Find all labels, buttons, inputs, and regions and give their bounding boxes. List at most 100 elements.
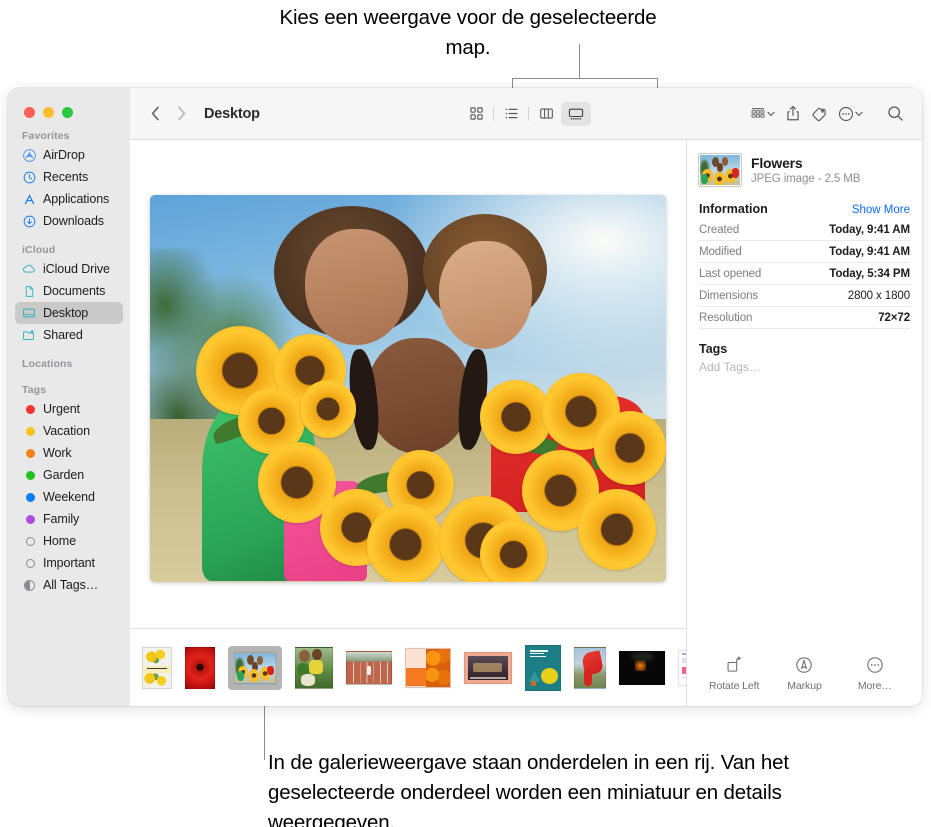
callout-top-text: Kies een weergave voor de geselecteerde … — [279, 6, 657, 59]
body-region: Flowers JPEG image - 2.5 MB Information … — [130, 140, 922, 706]
filmstrip-thumbnail-selected[interactable] — [228, 645, 282, 690]
share-button[interactable] — [781, 101, 805, 127]
view-icon-button[interactable] — [461, 102, 491, 126]
more-button[interactable]: More… — [843, 655, 907, 692]
tag-button[interactable] — [807, 101, 832, 127]
sidebar-tag-weekend[interactable]: Weekend — [15, 486, 123, 508]
sidebar: Favorites AirDrop Recents Applications D… — [8, 88, 130, 706]
view-gallery-button[interactable] — [561, 101, 591, 126]
show-more-link[interactable]: Show More — [852, 204, 910, 216]
filmstrip-thumbnail[interactable] — [464, 651, 512, 684]
search-button[interactable] — [883, 101, 908, 127]
preview-image[interactable] — [150, 194, 666, 582]
information-title: Information — [699, 202, 768, 216]
sidebar-tag-work[interactable]: Work — [15, 442, 123, 464]
sidebar-item-label: All Tags… — [43, 578, 99, 592]
file-meta: JPEG image - 2.5 MB — [751, 173, 861, 185]
more-circle-icon — [866, 655, 884, 675]
sidebar-item-label: Downloads — [43, 214, 104, 228]
callout-bottom-text: In de galerieweergave staan onderdelen i… — [268, 751, 789, 827]
tag-dot-hollow-icon — [22, 556, 36, 570]
file-thumbnail — [698, 153, 742, 187]
add-tags-field[interactable]: Add Tags… — [699, 360, 910, 374]
info-value: Today, 9:41 AM — [829, 223, 910, 236]
sidebar-tag-vacation[interactable]: Vacation — [15, 420, 123, 442]
rotate-left-icon — [725, 655, 743, 675]
markup-button[interactable]: Markup — [772, 655, 836, 692]
callout-bottom-leader — [264, 700, 266, 760]
preview-area — [130, 140, 686, 628]
back-button[interactable] — [142, 101, 168, 127]
sidebar-item-label: iCloud Drive — [43, 262, 110, 276]
info-key: Resolution — [699, 311, 753, 324]
sidebar-item-label: Urgent — [43, 402, 80, 416]
chevron-down-icon — [767, 111, 775, 116]
minimize-button[interactable] — [43, 107, 54, 118]
filmstrip-thumbnail[interactable] — [574, 646, 606, 689]
info-key: Created — [699, 223, 740, 236]
info-row-resolution: Resolution 72×72 — [699, 307, 910, 329]
filmstrip-thumbnail[interactable] — [525, 644, 561, 691]
close-button[interactable] — [24, 107, 35, 118]
info-key: Modified — [699, 245, 742, 258]
info-value: Today, 9:41 AM — [829, 245, 910, 258]
sidebar-item-shared[interactable]: Shared — [15, 324, 123, 346]
download-icon — [22, 214, 36, 228]
filmstrip-thumbnail[interactable] — [142, 646, 172, 689]
forward-button[interactable] — [168, 101, 194, 127]
sidebar-item-label: Home — [43, 534, 76, 548]
sidebar-section-header-icloud: iCloud — [22, 244, 56, 256]
sidebar-item-downloads[interactable]: Downloads — [15, 210, 123, 232]
info-value: 72×72 — [878, 311, 910, 324]
info-row-created: Created Today, 9:41 AM — [699, 219, 910, 241]
filmstrip-thumbnail[interactable] — [295, 646, 333, 689]
info-row-last-opened: Last opened Today, 5:34 PM — [699, 263, 910, 285]
sidebar-item-label: Recents — [43, 170, 89, 184]
filmstrip-thumbnail[interactable] — [619, 650, 665, 685]
sidebar-item-label: Work — [43, 446, 72, 460]
sidebar-section-header-tags: Tags — [22, 384, 47, 396]
callout-top-riser — [579, 44, 581, 79]
sidebar-item-desktop[interactable]: Desktop — [15, 302, 123, 324]
callout-top-bracket — [512, 78, 658, 80]
sidebar-tag-family[interactable]: Family — [15, 508, 123, 530]
action-label: Rotate Left — [709, 680, 760, 692]
gallery-filmstrip[interactable] — [130, 628, 686, 706]
filmstrip-thumbnail[interactable] — [346, 650, 392, 685]
filmstrip-thumbnail[interactable] — [405, 647, 451, 688]
filmstrip-thumbnail[interactable] — [678, 649, 686, 686]
sidebar-tag-important[interactable]: Important — [15, 552, 123, 574]
sidebar-item-airdrop[interactable]: AirDrop — [15, 144, 123, 166]
zoom-button[interactable] — [62, 107, 73, 118]
info-key: Last opened — [699, 267, 762, 280]
screenshot-root: Kies een weergave voor de geselecteerde … — [0, 0, 931, 827]
sidebar-tag-urgent[interactable]: Urgent — [15, 398, 123, 420]
document-icon — [22, 284, 36, 298]
tag-dot-icon — [22, 424, 36, 438]
sidebar-item-recents[interactable]: Recents — [15, 166, 123, 188]
filmstrip-thumbnail[interactable] — [185, 646, 215, 689]
sidebar-item-icloud-drive[interactable]: iCloud Drive — [15, 258, 123, 280]
sidebar-item-label: Vacation — [43, 424, 90, 438]
window-controls — [24, 107, 73, 118]
rotate-left-button[interactable]: Rotate Left — [702, 655, 766, 692]
sidebar-section-header-favorites: Favorites — [22, 130, 70, 142]
toolbar: Desktop — [130, 88, 922, 140]
more-actions-button[interactable] — [834, 101, 867, 127]
panel-action-bar: Rotate Left Markup More… — [699, 655, 910, 706]
toolbar-divider — [528, 106, 529, 121]
view-column-button[interactable] — [531, 102, 561, 126]
view-list-button[interactable] — [496, 102, 526, 126]
info-panel: Flowers JPEG image - 2.5 MB Information … — [686, 140, 922, 706]
group-by-button[interactable] — [746, 101, 779, 127]
sidebar-item-documents[interactable]: Documents — [15, 280, 123, 302]
sidebar-tag-garden[interactable]: Garden — [15, 464, 123, 486]
sidebar-item-label: Family — [43, 512, 80, 526]
sidebar-item-applications[interactable]: Applications — [15, 188, 123, 210]
airdrop-icon — [22, 148, 36, 162]
sidebar-item-label: AirDrop — [43, 148, 85, 162]
tag-dot-icon — [22, 490, 36, 504]
content-column: Desktop Flowers JPEG image - 2.5 MB Info… — [130, 88, 922, 706]
sidebar-tag-all-tags[interactable]: All Tags… — [15, 574, 123, 596]
sidebar-tag-home[interactable]: Home — [15, 530, 123, 552]
